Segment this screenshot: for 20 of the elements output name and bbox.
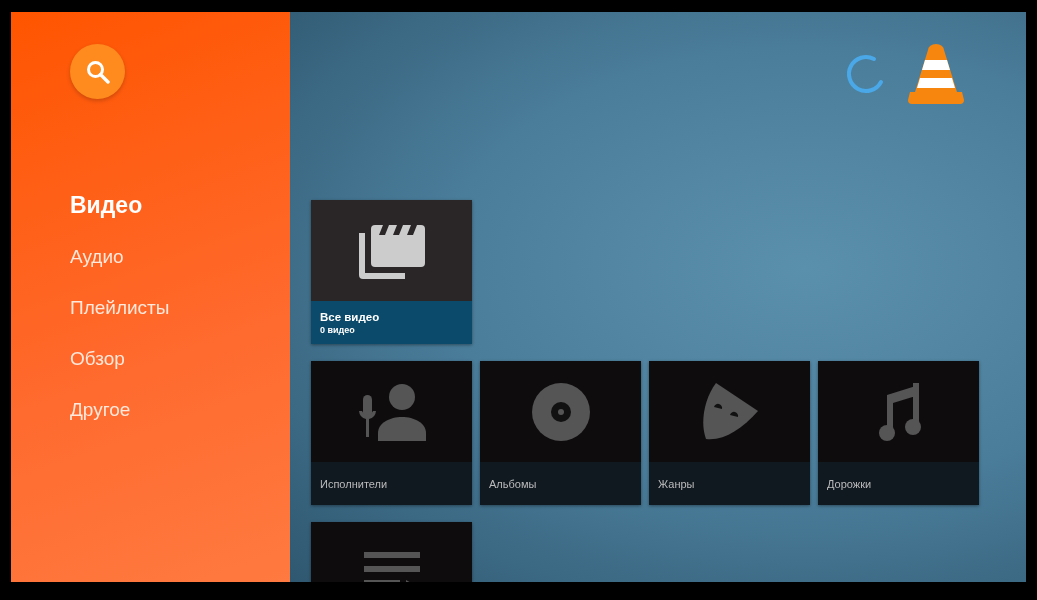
film-clapper-icon xyxy=(358,222,425,279)
card-title: Исполнители xyxy=(320,477,388,490)
media-card[interactable]: Дорожки xyxy=(818,361,979,505)
playlist-icon xyxy=(363,551,420,582)
media-card[interactable]: Альбомы xyxy=(480,361,641,505)
traffic-cone-logo xyxy=(908,44,964,104)
search-button[interactable] xyxy=(70,44,125,99)
card-title: Дорожки xyxy=(827,477,872,490)
card-title: Альбомы xyxy=(489,477,537,490)
media-card[interactable]: Жанры xyxy=(649,361,810,505)
disc-icon xyxy=(531,382,590,441)
card-title: Все видео xyxy=(320,310,380,323)
card-subtitle: 0 видео xyxy=(320,324,355,335)
music-note-icon xyxy=(876,382,921,441)
media-card[interactable]: Исполнители xyxy=(311,361,472,505)
card-title: Жанры xyxy=(658,477,695,490)
search-icon xyxy=(85,59,110,84)
singer-microphone-icon xyxy=(357,382,426,441)
theatre-mask-icon xyxy=(701,382,758,441)
media-card[interactable]: Все видео 0 видео xyxy=(311,200,472,344)
